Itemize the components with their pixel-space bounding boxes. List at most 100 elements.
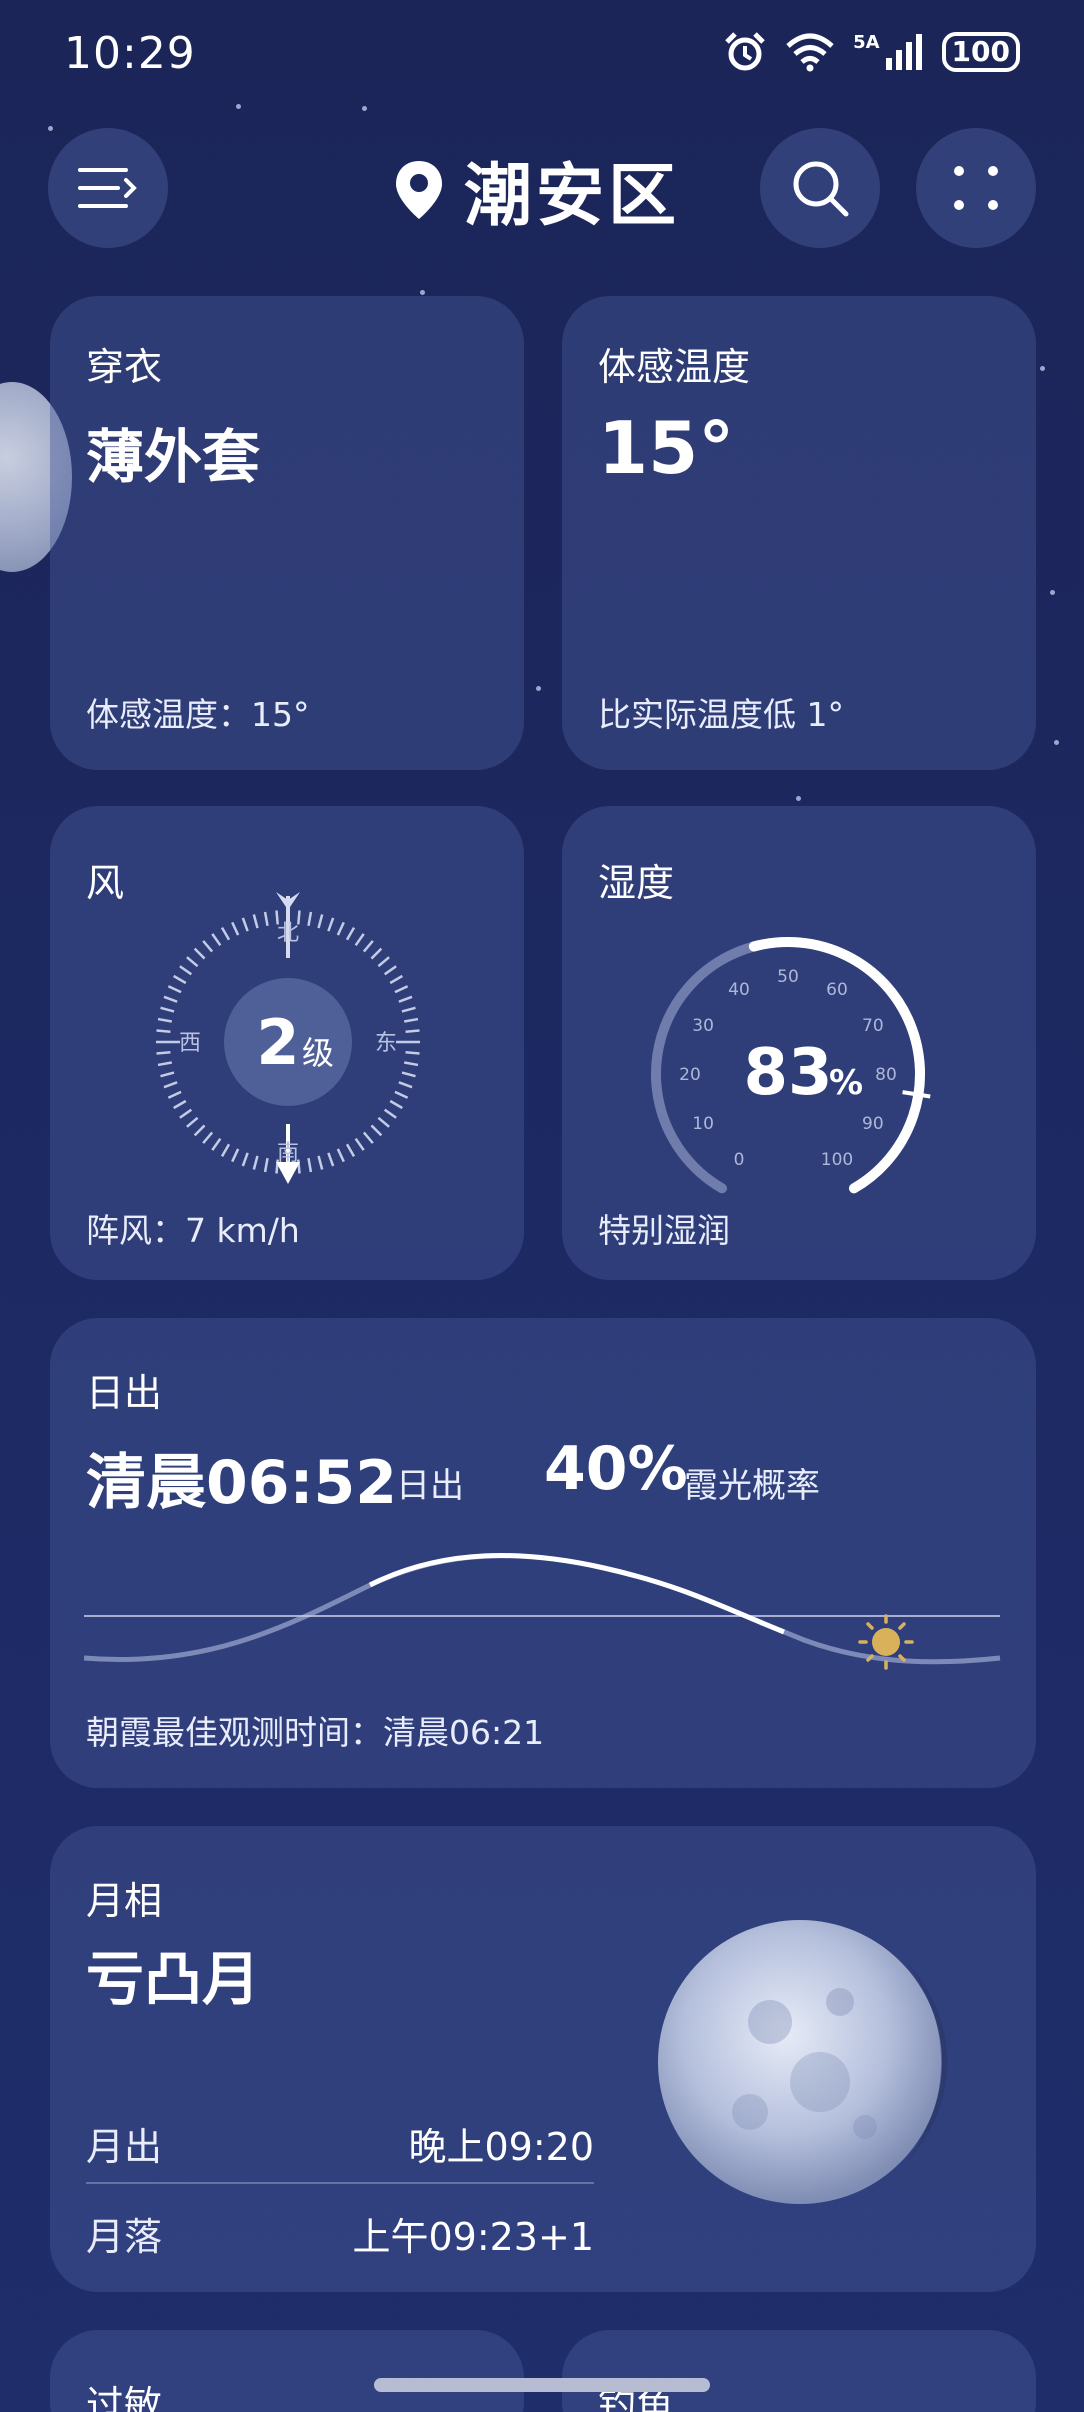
compass-tick xyxy=(211,933,222,947)
wind-compass: 北 南 西 东 2 级 xyxy=(156,892,420,1184)
compass-tick xyxy=(193,1124,206,1137)
compass-tick xyxy=(405,1051,420,1055)
moon-image xyxy=(658,1920,948,2204)
compass-tick xyxy=(394,985,409,994)
location-title[interactable]: 潮安区 xyxy=(394,140,680,239)
compass-tick xyxy=(307,911,313,927)
wind-title: 风 xyxy=(86,861,125,905)
compass-tick xyxy=(220,927,231,941)
clothing-value: 薄外套 xyxy=(86,423,261,491)
compass-tick xyxy=(163,1081,178,1089)
menu-icon xyxy=(78,168,137,208)
humidity-card[interactable]: 湿度 0 10 20 30 40 50 60 70 80 90 100 83 % 特别湿润 xyxy=(562,806,1036,1280)
home-indicator[interactable] xyxy=(374,2378,710,2392)
compass-tick xyxy=(336,1148,345,1163)
compass-tick xyxy=(157,1061,173,1067)
moon-title: 月相 xyxy=(86,1879,163,1923)
compass-tick xyxy=(370,947,383,960)
compass-tick xyxy=(354,933,365,947)
compass-tick xyxy=(401,1006,416,1013)
best-glow-time: 朝霞最佳观测时间：清晨06:21 xyxy=(86,1713,545,1752)
moonrise-time: 晚上09:20 xyxy=(408,2125,594,2169)
gauge-tick-label: 40 xyxy=(728,980,750,1000)
compass-tick xyxy=(377,956,390,968)
compass-tick xyxy=(383,965,397,976)
gauge-tick-label: 0 xyxy=(734,1150,745,1170)
wind-card[interactable]: 风 北 南 西 东 2 级 阵风：7 km/h xyxy=(50,806,524,1280)
wifi-icon xyxy=(786,33,834,72)
clothing-title: 穿衣 xyxy=(86,345,163,389)
moon-phase-card[interactable]: 月相 亏凸月 月出 晚上09:20 月落 上午09:23+1 xyxy=(50,1826,1036,2292)
compass-tick xyxy=(163,995,178,1003)
wind-east-label: 东 xyxy=(375,1031,397,1056)
compass-tick xyxy=(403,1017,419,1023)
wind-west-label: 西 xyxy=(179,1031,201,1056)
humidity-value: 83 xyxy=(743,1036,832,1110)
compass-tick xyxy=(156,1029,171,1033)
compass-tick xyxy=(202,940,214,953)
compass-tick xyxy=(220,1143,231,1157)
gauge-tick-label: 60 xyxy=(826,980,848,1000)
compass-tick xyxy=(156,1051,171,1055)
sunrise-time-suffix: 日出 xyxy=(396,1466,464,1506)
gauge-tick-label: 90 xyxy=(862,1114,884,1134)
moon-divider xyxy=(86,2182,594,2184)
location-pin-icon xyxy=(396,160,442,219)
compass-tick xyxy=(336,921,345,936)
compass-tick xyxy=(394,1090,409,1099)
compass-tick xyxy=(173,1099,187,1110)
battery-level: 100 xyxy=(951,35,1010,68)
humidity-detail: 特别湿润 xyxy=(598,1211,730,1250)
clothing-detail: 体感温度：15° xyxy=(86,695,310,734)
search-button[interactable] xyxy=(760,128,880,248)
compass-tick xyxy=(317,914,324,929)
moonrise-label: 月出 xyxy=(86,2125,163,2169)
sunrise-title: 日出 xyxy=(86,1371,163,1415)
battery-indicator: 100 xyxy=(941,32,1020,72)
moon-phase: 亏凸月 xyxy=(86,1945,261,2013)
glow-probability-label: 霞光概率 xyxy=(684,1466,820,1506)
compass-tick xyxy=(345,1143,356,1157)
sunrise-time: 清晨06:52 xyxy=(86,1448,397,1518)
clothing-card[interactable]: 穿衣 薄外套 体感温度：15° xyxy=(50,296,524,770)
status-icons: 5A 100 xyxy=(723,30,1020,74)
compass-tick xyxy=(157,1017,173,1023)
grid-dots-icon xyxy=(954,166,998,210)
signal-icon xyxy=(885,34,922,70)
compass-tick xyxy=(362,1131,374,1144)
feels-like-value: 15° xyxy=(598,406,735,490)
compass-tick xyxy=(401,1071,416,1078)
more-options-button[interactable] xyxy=(916,128,1036,248)
compass-tick xyxy=(405,1029,420,1033)
moonset-label: 月落 xyxy=(86,2215,163,2259)
compass-tick xyxy=(211,1137,222,1151)
location-name: 潮安区 xyxy=(464,157,681,236)
compass-tick xyxy=(167,1090,182,1099)
compass-tick xyxy=(173,974,187,985)
compass-tick xyxy=(231,1148,240,1163)
compass-tick xyxy=(179,965,193,976)
compass-tick xyxy=(160,1006,175,1013)
compass-tick xyxy=(202,1131,214,1144)
allergy-card[interactable]: 过敏 xyxy=(50,2330,524,2412)
fishing-card[interactable]: 钓鱼 xyxy=(562,2330,1036,2412)
menu-button[interactable] xyxy=(48,128,168,248)
gauge-tick-label: 100 xyxy=(821,1150,853,1170)
compass-tick xyxy=(167,985,182,994)
gauge-tick-label: 70 xyxy=(862,1016,884,1036)
humidity-title: 湿度 xyxy=(598,861,675,905)
compass-tick xyxy=(327,1152,335,1167)
sunrise-card[interactable]: 日出 清晨06:52 日出 40% 霞光概率 朝霞最佳观测时间：清晨06:21 xyxy=(50,1318,1036,1788)
compass-tick xyxy=(263,1157,269,1173)
feels-like-card[interactable]: 体感温度 15° 比实际温度低 1° xyxy=(562,296,1036,770)
compass-tick xyxy=(241,1152,249,1167)
compass-tick xyxy=(241,917,249,932)
gauge-tick-label: 30 xyxy=(692,1016,714,1036)
compass-tick xyxy=(307,1157,313,1173)
gauge-marker xyxy=(902,1090,931,1099)
compass-tick xyxy=(186,1116,199,1128)
wind-south-label: 南 xyxy=(277,1141,299,1166)
wind-level-number: 2 xyxy=(256,1006,299,1079)
network-label: 5A xyxy=(853,31,880,53)
compass-tick xyxy=(370,1124,383,1137)
